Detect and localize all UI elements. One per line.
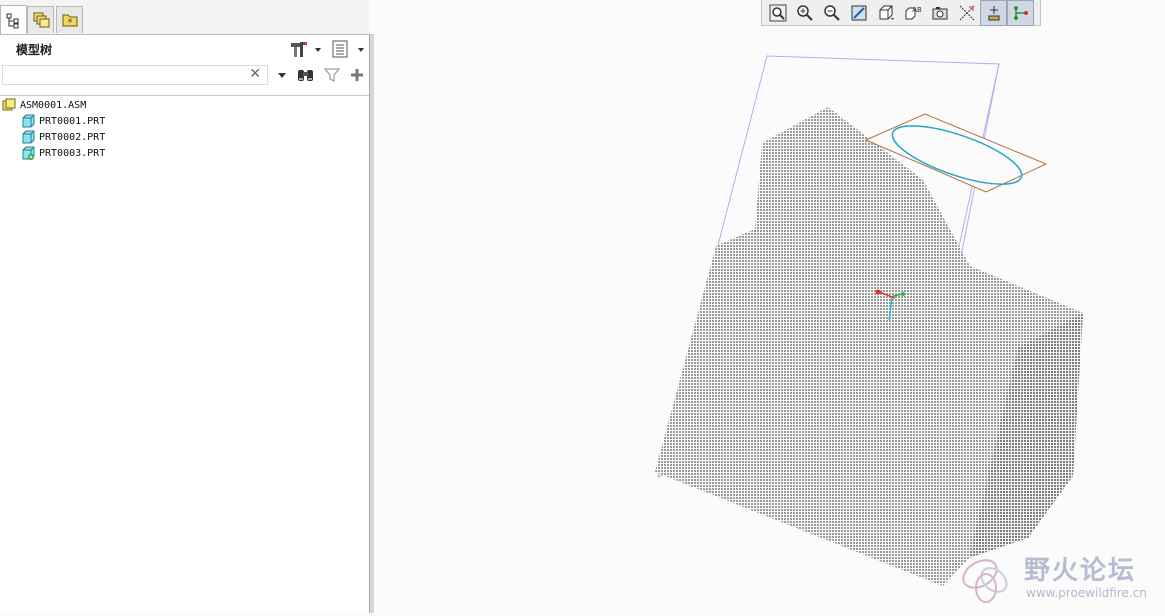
view-manager-button[interactable] (926, 0, 953, 26)
filter-icon (324, 68, 340, 82)
binoculars-icon (298, 70, 313, 81)
graphics-toolbar: AB (761, 0, 1041, 26)
search-input[interactable]: ✕ (2, 65, 268, 85)
tree-item-label: PRT0001.PRT (39, 115, 106, 127)
layers-icon (33, 12, 49, 28)
tab-model-tree[interactable] (0, 5, 27, 35)
tree-item-root[interactable]: ASM0001.ASM (2, 97, 86, 113)
part-icon (21, 114, 35, 128)
filter-button[interactable] (322, 66, 342, 84)
annotation-display-icon (1013, 6, 1028, 20)
model-view (655, 55, 1083, 586)
chevron-down-icon (315, 48, 321, 52)
tree-item-part[interactable]: PRT0002.PRT (21, 129, 105, 145)
datum-display-icon (959, 5, 974, 21)
clear-search-icon[interactable]: ✕ (249, 66, 261, 82)
watermark-url: www.proewildfire.cn (1026, 586, 1147, 600)
saved-views-button[interactable]: AB (899, 0, 926, 26)
model-tree-panel: 模型树 ✕ ASM0001.ASM PRT0001.PRT PRT0002.PR… (0, 34, 369, 614)
spin-center-button[interactable] (980, 0, 1007, 26)
zoom-out-icon (823, 5, 840, 21)
tree-item-part[interactable]: PRT0001.PRT (21, 113, 105, 129)
list-display-icon (332, 40, 364, 58)
repaint-icon (851, 5, 866, 21)
display-style-icon (879, 5, 894, 20)
zoom-out-button[interactable] (818, 0, 845, 26)
zoom-in-icon (796, 5, 813, 21)
tree-item-label: PRT0003.PRT (39, 147, 106, 159)
tab-layers[interactable] (27, 6, 54, 33)
zoom-in-button[interactable] (791, 0, 818, 26)
saved-views-icon: AB (905, 6, 922, 20)
tools-icon (291, 42, 321, 57)
annotation-display-button[interactable] (1007, 0, 1034, 26)
forum-watermark: 野火论坛 www.proewildfire.cn (958, 548, 1158, 608)
part-new-icon (21, 146, 35, 160)
tree-item-part[interactable]: PRT0003.PRT (21, 145, 105, 161)
spin-center-icon (988, 6, 999, 21)
tree-item-label: ASM0001.ASM (20, 99, 87, 111)
svg-text:AB: AB (912, 6, 922, 14)
logo-icon (962, 559, 1008, 603)
part-icon (21, 130, 35, 144)
model-tree-icon (6, 13, 18, 28)
graphics-window[interactable] (373, 26, 1165, 613)
find-button[interactable] (295, 66, 317, 84)
panel-title: 模型树 (16, 43, 53, 57)
refit-icon (769, 4, 786, 22)
display-style-button[interactable] (872, 0, 899, 26)
tab-favorites[interactable]: * (56, 6, 83, 33)
navigator-tabs: * (0, 0, 370, 35)
svg-text:*: * (67, 18, 72, 28)
assembly-icon (2, 98, 16, 112)
chevron-down-icon (278, 73, 286, 78)
add-column-button[interactable] (348, 66, 366, 84)
show-button[interactable] (331, 39, 367, 59)
search-options-dropdown[interactable] (276, 68, 288, 82)
settings-button[interactable] (288, 39, 322, 59)
solid-body (655, 107, 1083, 586)
datum-display-button[interactable] (953, 0, 980, 26)
watermark-title: 野火论坛 (1024, 556, 1137, 586)
view-manager-icon (932, 7, 947, 20)
repaint-button[interactable] (845, 0, 872, 26)
model-tree: ASM0001.ASM PRT0001.PRT PRT0002.PRT PRT0… (0, 95, 369, 160)
tree-item-label: PRT0002.PRT (39, 131, 106, 143)
favorites-folder-icon: * (62, 14, 77, 28)
refit-button[interactable] (764, 0, 791, 26)
plus-icon (351, 69, 363, 81)
